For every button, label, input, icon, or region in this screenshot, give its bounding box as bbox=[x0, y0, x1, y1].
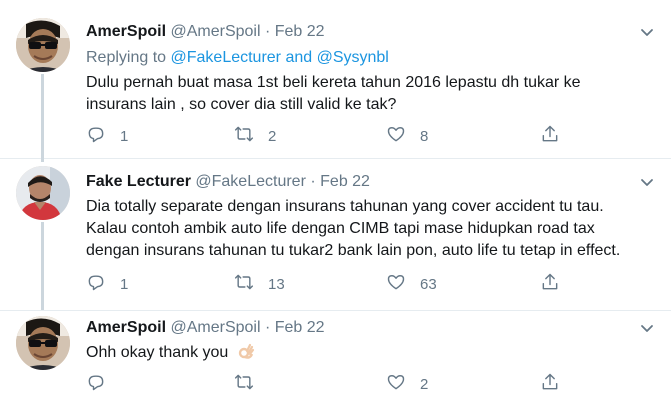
like-icon bbox=[386, 272, 406, 296]
share-button[interactable] bbox=[540, 372, 560, 396]
thread-line bbox=[41, 222, 44, 310]
avatar[interactable] bbox=[16, 166, 70, 220]
retweet-button[interactable] bbox=[234, 372, 268, 396]
display-name[interactable]: AmerSpoil bbox=[86, 319, 166, 336]
tweet-text-line: Dia totally separate dengan insurans tah… bbox=[86, 198, 604, 215]
tweet-actions: 1 2 8 bbox=[86, 124, 646, 148]
user-handle[interactable]: @AmerSpoil bbox=[170, 319, 260, 336]
like-count: 63 bbox=[420, 275, 437, 293]
like-icon bbox=[386, 372, 406, 396]
like-count: 8 bbox=[420, 127, 429, 145]
tweet-text-line: insurans lain , so cover dia still valid… bbox=[86, 96, 397, 113]
tweet-date[interactable]: Feb 22 bbox=[275, 23, 325, 40]
tweet-text-line: Dulu pernah buat masa 1st beli kereta ta… bbox=[86, 74, 581, 91]
retweet-count: 2 bbox=[268, 127, 277, 145]
retweet-button[interactable]: 13 bbox=[234, 272, 285, 296]
caret-down-icon[interactable] bbox=[637, 318, 657, 338]
tweet-text: Dulu pernah buat masa 1st beli kereta ta… bbox=[86, 72, 656, 116]
tweet-thread: AmerSpoil @AmerSpoil · Feb 22 Replying t… bbox=[0, 0, 671, 412]
tweet-header: Fake Lecturer @FakeLecturer · Feb 22 bbox=[86, 172, 370, 192]
tweet-text: Ohh okay thank you bbox=[86, 342, 656, 364]
share-icon bbox=[540, 372, 560, 396]
user-handle[interactable]: @AmerSpoil bbox=[170, 23, 260, 40]
tweet-actions: 1 13 63 bbox=[86, 272, 646, 296]
like-button[interactable]: 63 bbox=[386, 272, 437, 296]
tweet[interactable]: AmerSpoil @AmerSpoil · Feb 22 Ohh okay t… bbox=[0, 310, 671, 412]
avatar[interactable] bbox=[16, 18, 70, 72]
thread-line bbox=[41, 74, 44, 158]
retweet-icon bbox=[234, 124, 254, 148]
tweet-text-line: dengan insurans tahunan tu tukar2 bank l… bbox=[86, 242, 621, 259]
reply-button[interactable] bbox=[86, 372, 120, 396]
caret-down-icon[interactable] bbox=[637, 22, 657, 42]
reply-icon bbox=[86, 272, 106, 296]
tweet-text-line: Kalau contoh ambik auto life dengan CIMB… bbox=[86, 220, 595, 237]
display-name[interactable]: Fake Lecturer bbox=[86, 173, 191, 190]
tweet[interactable]: Fake Lecturer @FakeLecturer · Feb 22 Dia… bbox=[0, 158, 671, 310]
display-name[interactable]: AmerSpoil bbox=[86, 23, 166, 40]
reply-count: 1 bbox=[120, 127, 129, 145]
thread-line bbox=[41, 158, 44, 162]
user-handle[interactable]: @FakeLecturer bbox=[195, 173, 306, 190]
reply-icon bbox=[86, 124, 106, 148]
ok-hand-emoji-icon bbox=[237, 342, 255, 360]
separator-dot: · bbox=[264, 319, 271, 336]
retweet-icon bbox=[234, 372, 254, 396]
replying-to: Replying to @FakeLecturer and @Sysynbl bbox=[86, 48, 389, 68]
avatar[interactable] bbox=[16, 316, 70, 370]
tweet-text: Dia totally separate dengan insurans tah… bbox=[86, 196, 656, 262]
reply-button[interactable]: 1 bbox=[86, 272, 128, 296]
tweet-date[interactable]: Feb 22 bbox=[320, 173, 370, 190]
retweet-icon bbox=[234, 272, 254, 296]
like-button[interactable]: 8 bbox=[386, 124, 428, 148]
share-button[interactable] bbox=[540, 124, 560, 148]
retweet-count: 13 bbox=[268, 275, 285, 293]
tweet-text-line: Ohh okay thank you bbox=[86, 344, 229, 361]
share-button[interactable] bbox=[540, 272, 560, 296]
share-icon bbox=[540, 272, 560, 296]
share-icon bbox=[540, 124, 560, 148]
replying-to-users[interactable]: @FakeLecturer and @Sysynbl bbox=[171, 49, 389, 66]
like-button[interactable]: 2 bbox=[386, 372, 428, 396]
tweet-date[interactable]: Feb 22 bbox=[275, 319, 325, 336]
separator-dot: · bbox=[310, 173, 316, 190]
tweet-header: AmerSpoil @AmerSpoil · Feb 22 bbox=[86, 22, 325, 42]
tweet-actions: 2 bbox=[86, 372, 646, 396]
separator-dot: · bbox=[264, 23, 271, 40]
reply-icon bbox=[86, 372, 106, 396]
like-icon bbox=[386, 124, 406, 148]
tweet-header: AmerSpoil @AmerSpoil · Feb 22 bbox=[86, 318, 325, 338]
like-count: 2 bbox=[420, 375, 429, 393]
tweet[interactable]: AmerSpoil @AmerSpoil · Feb 22 Replying t… bbox=[0, 8, 671, 158]
replying-to-label: Replying to bbox=[86, 49, 167, 66]
caret-down-icon[interactable] bbox=[637, 172, 657, 192]
reply-button[interactable]: 1 bbox=[86, 124, 128, 148]
retweet-button[interactable]: 2 bbox=[234, 124, 276, 148]
reply-count: 1 bbox=[120, 275, 129, 293]
